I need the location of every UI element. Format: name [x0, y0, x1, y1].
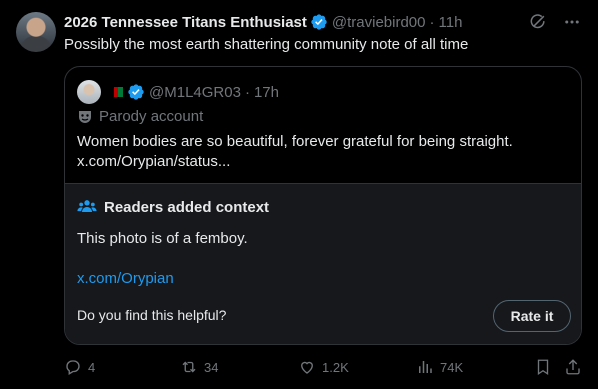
views-icon [419, 361, 432, 373]
quote-time[interactable]: 17h [254, 84, 279, 101]
rate-it-button[interactable]: Rate it [493, 300, 571, 332]
quote-header: @M1L4GR03 · 17h [77, 80, 279, 104]
separator: · [429, 13, 435, 31]
note-body: This photo is of a femboy. [77, 230, 248, 247]
repost-button[interactable]: 34 [180, 358, 218, 376]
readers-icon [77, 197, 97, 217]
note-source-link[interactable]: x.com/Orypian [77, 270, 174, 287]
quoted-post[interactable]: @M1L4GR03 · 17h Parody account Women bod… [64, 66, 582, 345]
quote-text: Women bodies are so beautiful, forever g… [77, 133, 513, 170]
separator: · [244, 83, 250, 101]
bookmark-icon [537, 359, 549, 376]
verified-badge-icon [310, 13, 328, 31]
reply-button[interactable]: 4 [64, 358, 95, 376]
quote-handle[interactable]: @M1L4GR03 [149, 84, 241, 101]
parody-text: Parody account [99, 108, 204, 125]
like-count: 1.2K [322, 359, 349, 375]
author-handle[interactable]: @traviebird00 [332, 14, 426, 31]
share-icon [566, 359, 580, 375]
reply-icon [66, 360, 80, 375]
share-button[interactable] [564, 358, 582, 376]
like-button[interactable]: 1.2K [298, 358, 349, 376]
views-button[interactable]: 74K [416, 358, 463, 376]
grok-icon[interactable] [528, 12, 548, 32]
repost-count: 34 [204, 359, 219, 375]
quote-avatar[interactable] [77, 80, 101, 104]
note-title: Readers added context [77, 197, 269, 217]
parody-label: Parody account [77, 108, 203, 125]
post-text: Possibly the most earth shattering commu… [64, 36, 469, 53]
reply-count: 4 [88, 359, 96, 375]
parody-mask-icon [77, 109, 93, 125]
post-time[interactable]: 11h [439, 14, 463, 31]
like-icon [301, 361, 313, 374]
author-avatar[interactable] [16, 12, 56, 52]
author-name[interactable]: 2026 Tennessee Titans Enthusiast [64, 14, 307, 31]
community-note: Readers added context This photo is of a… [65, 183, 581, 344]
header-actions [528, 12, 582, 32]
view-count: 74K [440, 359, 464, 375]
bookmark-button[interactable] [534, 358, 552, 376]
repost-icon [182, 361, 196, 373]
more-icon[interactable] [562, 12, 582, 32]
post-header: 2026 Tennessee Titans Enthusiast @travie… [64, 11, 582, 33]
helpful-question: Do you find this helpful? [77, 307, 227, 323]
post[interactable]: 2026 Tennessee Titans Enthusiast @travie… [0, 0, 598, 389]
note-title-text: Readers added context [104, 198, 270, 216]
flag-icon [109, 87, 124, 97]
verified-badge-icon [127, 83, 145, 101]
action-bar: 4 34 1.2K 74K [64, 356, 584, 380]
